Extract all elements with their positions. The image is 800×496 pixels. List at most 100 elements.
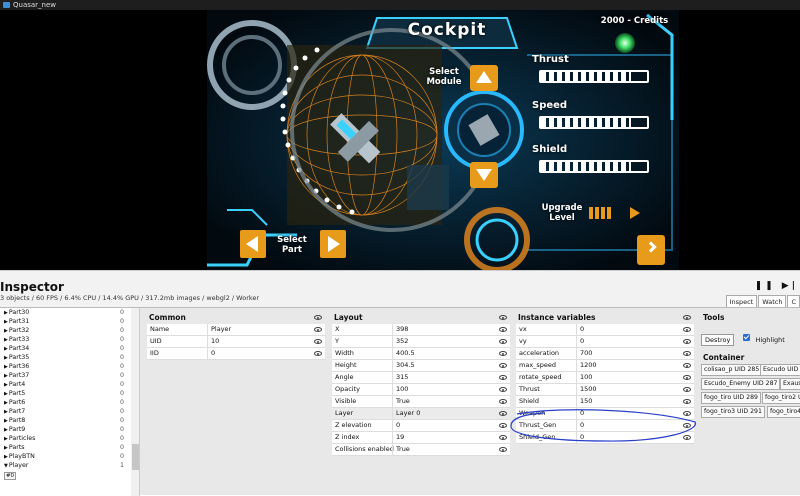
caret-right-icon[interactable]: ▶	[4, 328, 8, 334]
container-item[interactable]: colisao_p UID 285	[701, 364, 763, 376]
property-value[interactable]: 0	[207, 348, 215, 359]
tree-item[interactable]: ▼Player 1	[0, 461, 139, 470]
property-value[interactable]: 700	[576, 348, 592, 359]
property-value[interactable]: 400.5	[392, 348, 415, 359]
caret-right-icon[interactable]: ▶	[4, 319, 8, 325]
property-row[interactable]: Angle 315	[332, 372, 510, 384]
caret-right-icon[interactable]: ▶	[4, 310, 8, 316]
tree-item[interactable]: ▶Part30 0	[0, 308, 139, 317]
property-value[interactable]: 1200	[576, 360, 597, 371]
eye-icon[interactable]	[314, 327, 322, 332]
property-row[interactable]: Collisions enabled True	[332, 444, 510, 456]
property-value[interactable]: 10	[207, 336, 219, 347]
part-next-button[interactable]	[320, 230, 346, 258]
property-row[interactable]: rotate_speed 100	[516, 372, 694, 384]
caret-down-icon[interactable]: ▼	[4, 463, 8, 469]
tree-item[interactable]: ▶Part7 0	[0, 407, 139, 416]
tree-item[interactable]: ▶PlayBTN 0	[0, 452, 139, 461]
module-down-arrow[interactable]	[470, 162, 498, 188]
property-row[interactable]: UID 10	[147, 336, 325, 348]
property-value[interactable]: True	[392, 396, 410, 407]
eye-icon[interactable]	[499, 375, 507, 380]
caret-right-icon[interactable]: ▶	[4, 364, 8, 370]
highlight-checkbox[interactable]	[743, 334, 751, 341]
tree-item[interactable]: ▶Part32 0	[0, 326, 139, 335]
eye-icon[interactable]	[683, 399, 691, 404]
eye-icon[interactable]	[499, 315, 507, 320]
game-canvas[interactable]: Cockpit 2000 - Credits Select Module Thr…	[207, 10, 679, 270]
tree-item[interactable]: ▶Part36 0	[0, 362, 139, 371]
property-row[interactable]: vx 0	[516, 324, 694, 336]
property-row[interactable]: IID 0	[147, 348, 325, 360]
tree-item[interactable]: ▶Part9 0	[0, 425, 139, 434]
caret-right-icon[interactable]: ▶	[4, 445, 8, 451]
caret-right-icon[interactable]: ▶	[4, 409, 8, 415]
property-value[interactable]: 100	[392, 384, 408, 395]
playback-controls[interactable]: ❚❚ ▶|	[755, 281, 798, 291]
property-value[interactable]: 304.5	[392, 360, 415, 371]
property-row[interactable]: Thrust 1500	[516, 384, 694, 396]
caret-right-icon[interactable]: ▶	[4, 391, 8, 397]
container-item[interactable]: Escudo UID	[760, 364, 800, 376]
property-value[interactable]: 398	[392, 324, 408, 335]
tree-item[interactable]: ▶Part37 0	[0, 371, 139, 380]
eye-icon[interactable]	[683, 363, 691, 368]
tree-item[interactable]: ▶Part31 0	[0, 317, 139, 326]
property-row[interactable]: Visible True	[332, 396, 510, 408]
eye-icon[interactable]	[499, 327, 507, 332]
caret-right-icon[interactable]: ▶	[4, 436, 8, 442]
tree-item[interactable]: ▶Part34 0	[0, 344, 139, 353]
property-value[interactable]: 352	[392, 336, 408, 347]
caret-right-icon[interactable]: ▶	[4, 373, 8, 379]
property-row[interactable]: Y 352	[332, 336, 510, 348]
property-row[interactable]: Z elevation 0	[332, 420, 510, 432]
container-item[interactable]: fogo_tiro3 UID 291	[701, 406, 765, 418]
caret-right-icon[interactable]: ▶	[4, 346, 8, 352]
property-row[interactable]: vy 0	[516, 336, 694, 348]
property-value[interactable]: Layer 0	[392, 408, 420, 419]
property-row[interactable]: Shield 150	[516, 396, 694, 408]
property-row[interactable]: Height 304.5	[332, 360, 510, 372]
property-value[interactable]: 0	[576, 336, 584, 347]
destroy-button[interactable]: Destroy	[701, 334, 735, 346]
eye-icon[interactable]	[683, 351, 691, 356]
part-prev-button[interactable]	[240, 230, 266, 258]
caret-right-icon[interactable]: ▶	[4, 427, 8, 433]
property-row[interactable]: Layer Layer 0	[332, 408, 510, 420]
container-item[interactable]: fogo_tiro2 U	[762, 392, 800, 404]
eye-icon[interactable]	[683, 387, 691, 392]
instance-chip[interactable]: #0	[4, 472, 16, 480]
eye-icon[interactable]	[683, 327, 691, 332]
property-value[interactable]: 100	[576, 372, 592, 383]
tree-scroll-thumb[interactable]	[132, 444, 139, 470]
eye-icon[interactable]	[314, 351, 322, 356]
eye-icon[interactable]	[314, 339, 322, 344]
eye-icon[interactable]	[499, 387, 507, 392]
tree-item[interactable]: ▶Part35 0	[0, 353, 139, 362]
caret-right-icon[interactable]: ▶	[4, 400, 8, 406]
tree-item[interactable]: ▶Part8 0	[0, 416, 139, 425]
container-item[interactable]: Escudo_Enemy UID 287	[701, 378, 781, 390]
caret-right-icon[interactable]: ▶	[4, 418, 8, 424]
eye-icon[interactable]	[499, 399, 507, 404]
eye-icon[interactable]	[683, 315, 691, 320]
property-row[interactable]: Opacity 100	[332, 384, 510, 396]
tree-item[interactable]: ▶Part6 0	[0, 398, 139, 407]
container-item[interactable]: fogo_tiro4	[767, 406, 800, 418]
tree-item[interactable]: ▶Particles 0	[0, 434, 139, 443]
tree-item[interactable]: ▶Part5 0	[0, 389, 139, 398]
container-item[interactable]: fogo_tiro UID 289	[701, 392, 761, 404]
property-row[interactable]: Width 400.5	[332, 348, 510, 360]
tree-scrollbar[interactable]	[131, 308, 139, 496]
property-row[interactable]: acceleration 700	[516, 348, 694, 360]
eye-icon[interactable]	[499, 363, 507, 368]
property-value[interactable]: True	[392, 444, 410, 455]
caret-right-icon[interactable]: ▶	[4, 382, 8, 388]
module-up-arrow[interactable]	[470, 65, 498, 91]
property-row[interactable]: max_speed 1200	[516, 360, 694, 372]
property-row[interactable]: X 398	[332, 324, 510, 336]
property-row[interactable]: Z index 19	[332, 432, 510, 444]
property-value[interactable]: 315	[392, 372, 408, 383]
next-button[interactable]	[637, 235, 665, 265]
upgrade-arrow-icon[interactable]	[630, 207, 640, 219]
